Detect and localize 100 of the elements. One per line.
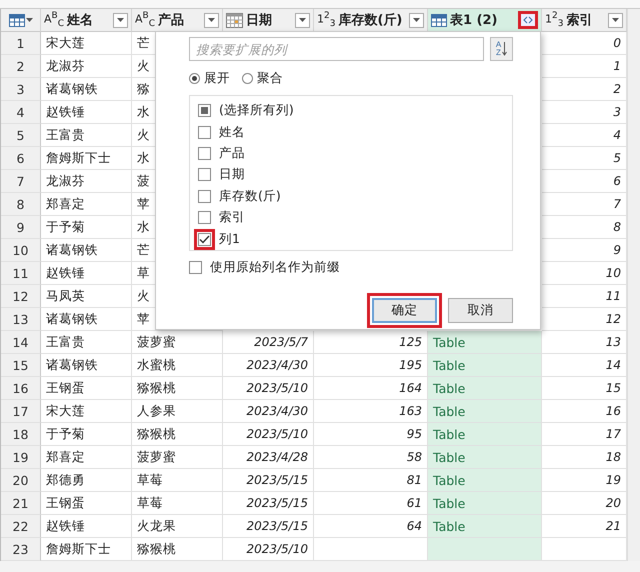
table-cell: 火龙果: [132, 515, 223, 538]
table-cell: 宋大莲: [41, 400, 132, 423]
row-number: 7: [1, 170, 41, 193]
column-title: 姓名: [67, 12, 94, 29]
table-cell: 王富贵: [41, 124, 132, 147]
table-cell: 草莓: [132, 492, 223, 515]
row-number: 20: [1, 469, 41, 492]
row-number: 2: [1, 55, 41, 78]
row-number: 1: [1, 32, 41, 55]
table-cell: 猕猴桃: [132, 377, 223, 400]
table-cell: 詹姆斯下士: [41, 147, 132, 170]
table-cell: 人参果: [132, 400, 223, 423]
table-cell: 马凤英: [41, 285, 132, 308]
table-cell: 龙淑芬: [41, 55, 132, 78]
table-cell: 2023/5/10: [223, 423, 314, 446]
table-cell: 2023/5/15: [223, 469, 314, 492]
row-number: 4: [1, 101, 41, 124]
column-header[interactable]: 表1 (2): [428, 9, 542, 32]
column-header[interactable]: A$^{B}$$_{C}$ 姓名: [41, 9, 132, 32]
filter-dropdown[interactable]: [608, 12, 623, 28]
table-cell: 猕猴桃: [132, 423, 223, 446]
expand-icon: [522, 16, 534, 24]
table-cell: 2023/5/7: [223, 331, 314, 354]
table-cell: 詹姆斯下士: [41, 538, 132, 561]
column-header[interactable]: A$^{B}$$_{C}$ 产品: [132, 9, 223, 32]
dialog-button[interactable]: 确定: [367, 293, 442, 328]
table-cell: 菠萝蜜: [132, 331, 223, 354]
expand-button[interactable]: [518, 11, 538, 29]
search-field[interactable]: 搜索要扩展的列: [189, 37, 484, 61]
caret-icon: [117, 18, 124, 22]
calendar-icon: [226, 12, 243, 28]
row-number: 22: [1, 515, 41, 538]
table-cell: Table: [428, 331, 542, 354]
row-number: 19: [1, 446, 41, 469]
table-cell: 郑喜定: [41, 446, 132, 469]
row-number: 21: [1, 492, 41, 515]
radio-option[interactable]: 聚合: [242, 70, 283, 87]
table-cell: 2023/5/15: [223, 492, 314, 515]
table-cell: 菠萝蜜: [132, 446, 223, 469]
checkbox[interactable]: [194, 228, 215, 250]
filter-dropdown[interactable]: [204, 12, 219, 28]
row-number: 14: [1, 331, 41, 354]
sort-button[interactable]: AZ: [490, 37, 513, 61]
table-cell: 郑喜定: [41, 193, 132, 216]
column-title: 产品: [158, 12, 186, 29]
filter-dropdown[interactable]: [409, 12, 424, 28]
caret-icon: [299, 18, 306, 22]
table-cell: 草莓: [132, 469, 223, 492]
caret-icon: [26, 18, 32, 22]
column-header[interactable]: 1$^{2}$$_{3}$ 索引: [542, 9, 627, 32]
table-cell: 赵铁锤: [41, 101, 132, 124]
row-number: 8: [1, 193, 41, 216]
column-title: 库存数(斤): [338, 12, 404, 29]
filter-dropdown[interactable]: [113, 12, 128, 28]
table-cell: 2023/5/15: [223, 515, 314, 538]
table-cell: 于予菊: [41, 216, 132, 239]
row-number: 9: [1, 216, 41, 239]
row-number: 16: [1, 377, 41, 400]
caret-icon: [612, 18, 619, 22]
table-cell: 宋大莲: [41, 32, 132, 55]
column-header[interactable]: 1$^{2}$$_{3}$ 库存数(斤): [314, 9, 428, 32]
checkmark-icon: [199, 234, 210, 244]
row-number: 18: [1, 423, 41, 446]
column-header[interactable]: 日期: [223, 9, 314, 32]
table-cell: Table: [428, 492, 542, 515]
caret-icon: [208, 18, 215, 22]
table-cell: 猕猴桃: [132, 538, 223, 561]
table-cell: 龙淑芬: [41, 170, 132, 193]
table-cell: 2023/4/30: [223, 400, 314, 423]
table-cell: 诸葛钢铁: [41, 354, 132, 377]
table-cell: Table: [428, 515, 542, 538]
column-title: 索引: [566, 12, 594, 29]
table-cell: Table: [428, 469, 542, 492]
table-cell: 王钢蛋: [41, 492, 132, 515]
column-title: 日期: [246, 12, 273, 29]
checkbox[interactable]: [189, 261, 202, 274]
table-icon: [8, 14, 24, 26]
table-cell: 王钢蛋: [41, 377, 132, 400]
row-number: 6: [1, 147, 41, 170]
table-cell: 2023/5/10: [223, 538, 314, 561]
table-cell: Table: [428, 400, 542, 423]
table-cell: 赵铁锤: [41, 262, 132, 285]
table-menu-button[interactable]: [1, 9, 41, 32]
table-cell: 2023/4/28: [223, 446, 314, 469]
row-number: 23: [1, 538, 41, 561]
row-number: 3: [1, 78, 41, 101]
table-cell: 诸葛钢铁: [41, 239, 132, 262]
row-number: 11: [1, 262, 41, 285]
filter-dropdown[interactable]: [295, 12, 310, 28]
table-cell: Table: [428, 354, 542, 377]
table-cell: 赵铁锤: [41, 515, 132, 538]
table-cell: Table: [428, 423, 542, 446]
caret-icon: [413, 18, 420, 22]
table-cell: Table: [428, 446, 542, 469]
row-number: 12: [1, 285, 41, 308]
row-number: 5: [1, 124, 41, 147]
arrow-icon: [502, 42, 508, 56]
table-cell: 2023/5/10: [223, 377, 314, 400]
table-cell: 2023/4/30: [223, 354, 314, 377]
table-cell: 郑德勇: [41, 469, 132, 492]
